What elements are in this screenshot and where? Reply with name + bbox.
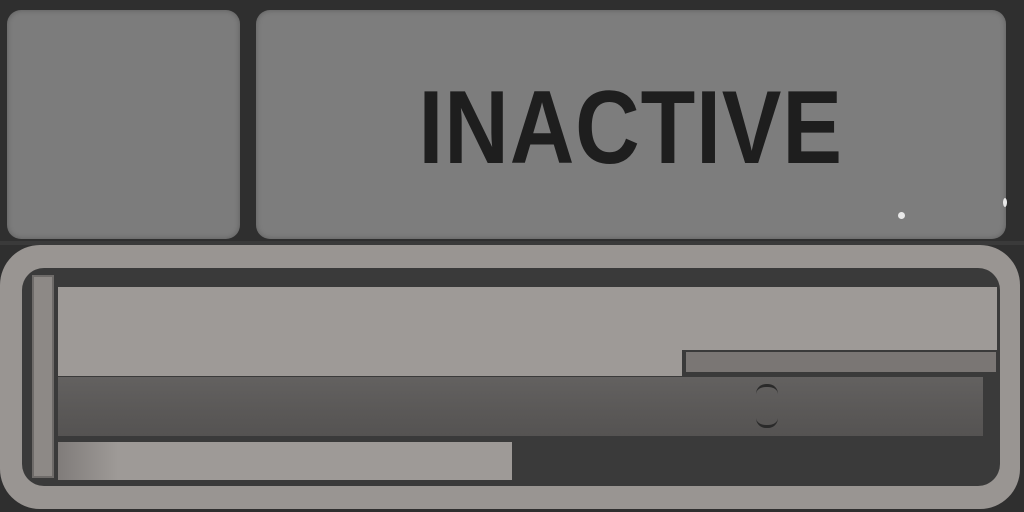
list-item[interactable] xyxy=(58,442,512,480)
list-item-sub-bar xyxy=(686,352,996,372)
scrollbar-thumb[interactable] xyxy=(34,277,52,476)
drag-handle-icon[interactable] xyxy=(756,384,778,428)
side-tile[interactable] xyxy=(7,10,240,239)
list-item-selected[interactable] xyxy=(58,377,983,436)
screen-glare-spot xyxy=(1003,198,1007,207)
status-label: INACTIVE xyxy=(418,70,844,186)
screen: INACTIVE xyxy=(0,0,1024,512)
screen-glare-spot xyxy=(898,212,905,219)
status-tile[interactable]: INACTIVE xyxy=(256,10,1006,239)
